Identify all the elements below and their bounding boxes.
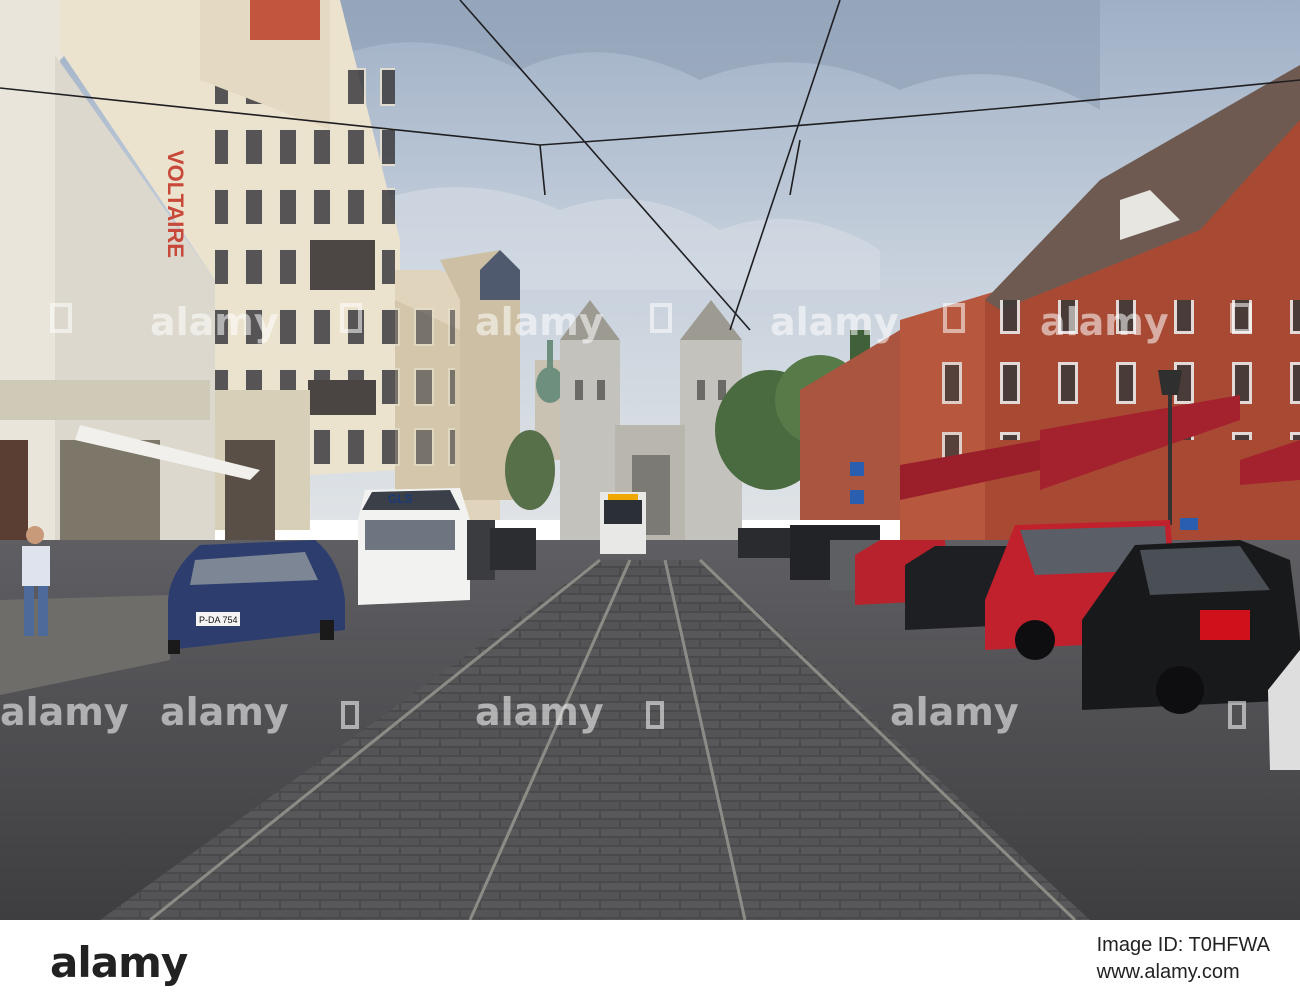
watermark-text: alamy (890, 690, 1019, 734)
photo-stage: VOLTAIRE P-DA 754 GLS alamy alamy alamy … (0, 0, 1300, 1004)
watermark-text: alamy (475, 300, 604, 344)
site-link[interactable]: www.alamy.com (1097, 961, 1240, 983)
stock-footer: alamy Image ID: T0HFWA www.alamy.com (0, 920, 1300, 1004)
footer-info: Image ID: T0HFWA www.alamy.com (1097, 934, 1270, 984)
tram (600, 492, 646, 554)
watermark-text: alamy (1040, 300, 1169, 344)
image-id: Image ID: T0HFWA (1096, 934, 1270, 956)
license-plate: P-DA 754 (199, 615, 238, 625)
watermark-text: alamy (160, 690, 289, 734)
van-logo: GLS (388, 492, 413, 506)
shop-sign: VOLTAIRE (163, 150, 188, 258)
watermark-text: alamy (150, 300, 279, 344)
alamy-logo[interactable]: alamy (50, 938, 188, 987)
watermark-text: alamy (770, 300, 899, 344)
watermark-text: alamy (475, 690, 604, 734)
watermark-text: alamy (0, 690, 129, 734)
street-photo: VOLTAIRE P-DA 754 GLS alamy alamy alamy … (0, 0, 1300, 920)
